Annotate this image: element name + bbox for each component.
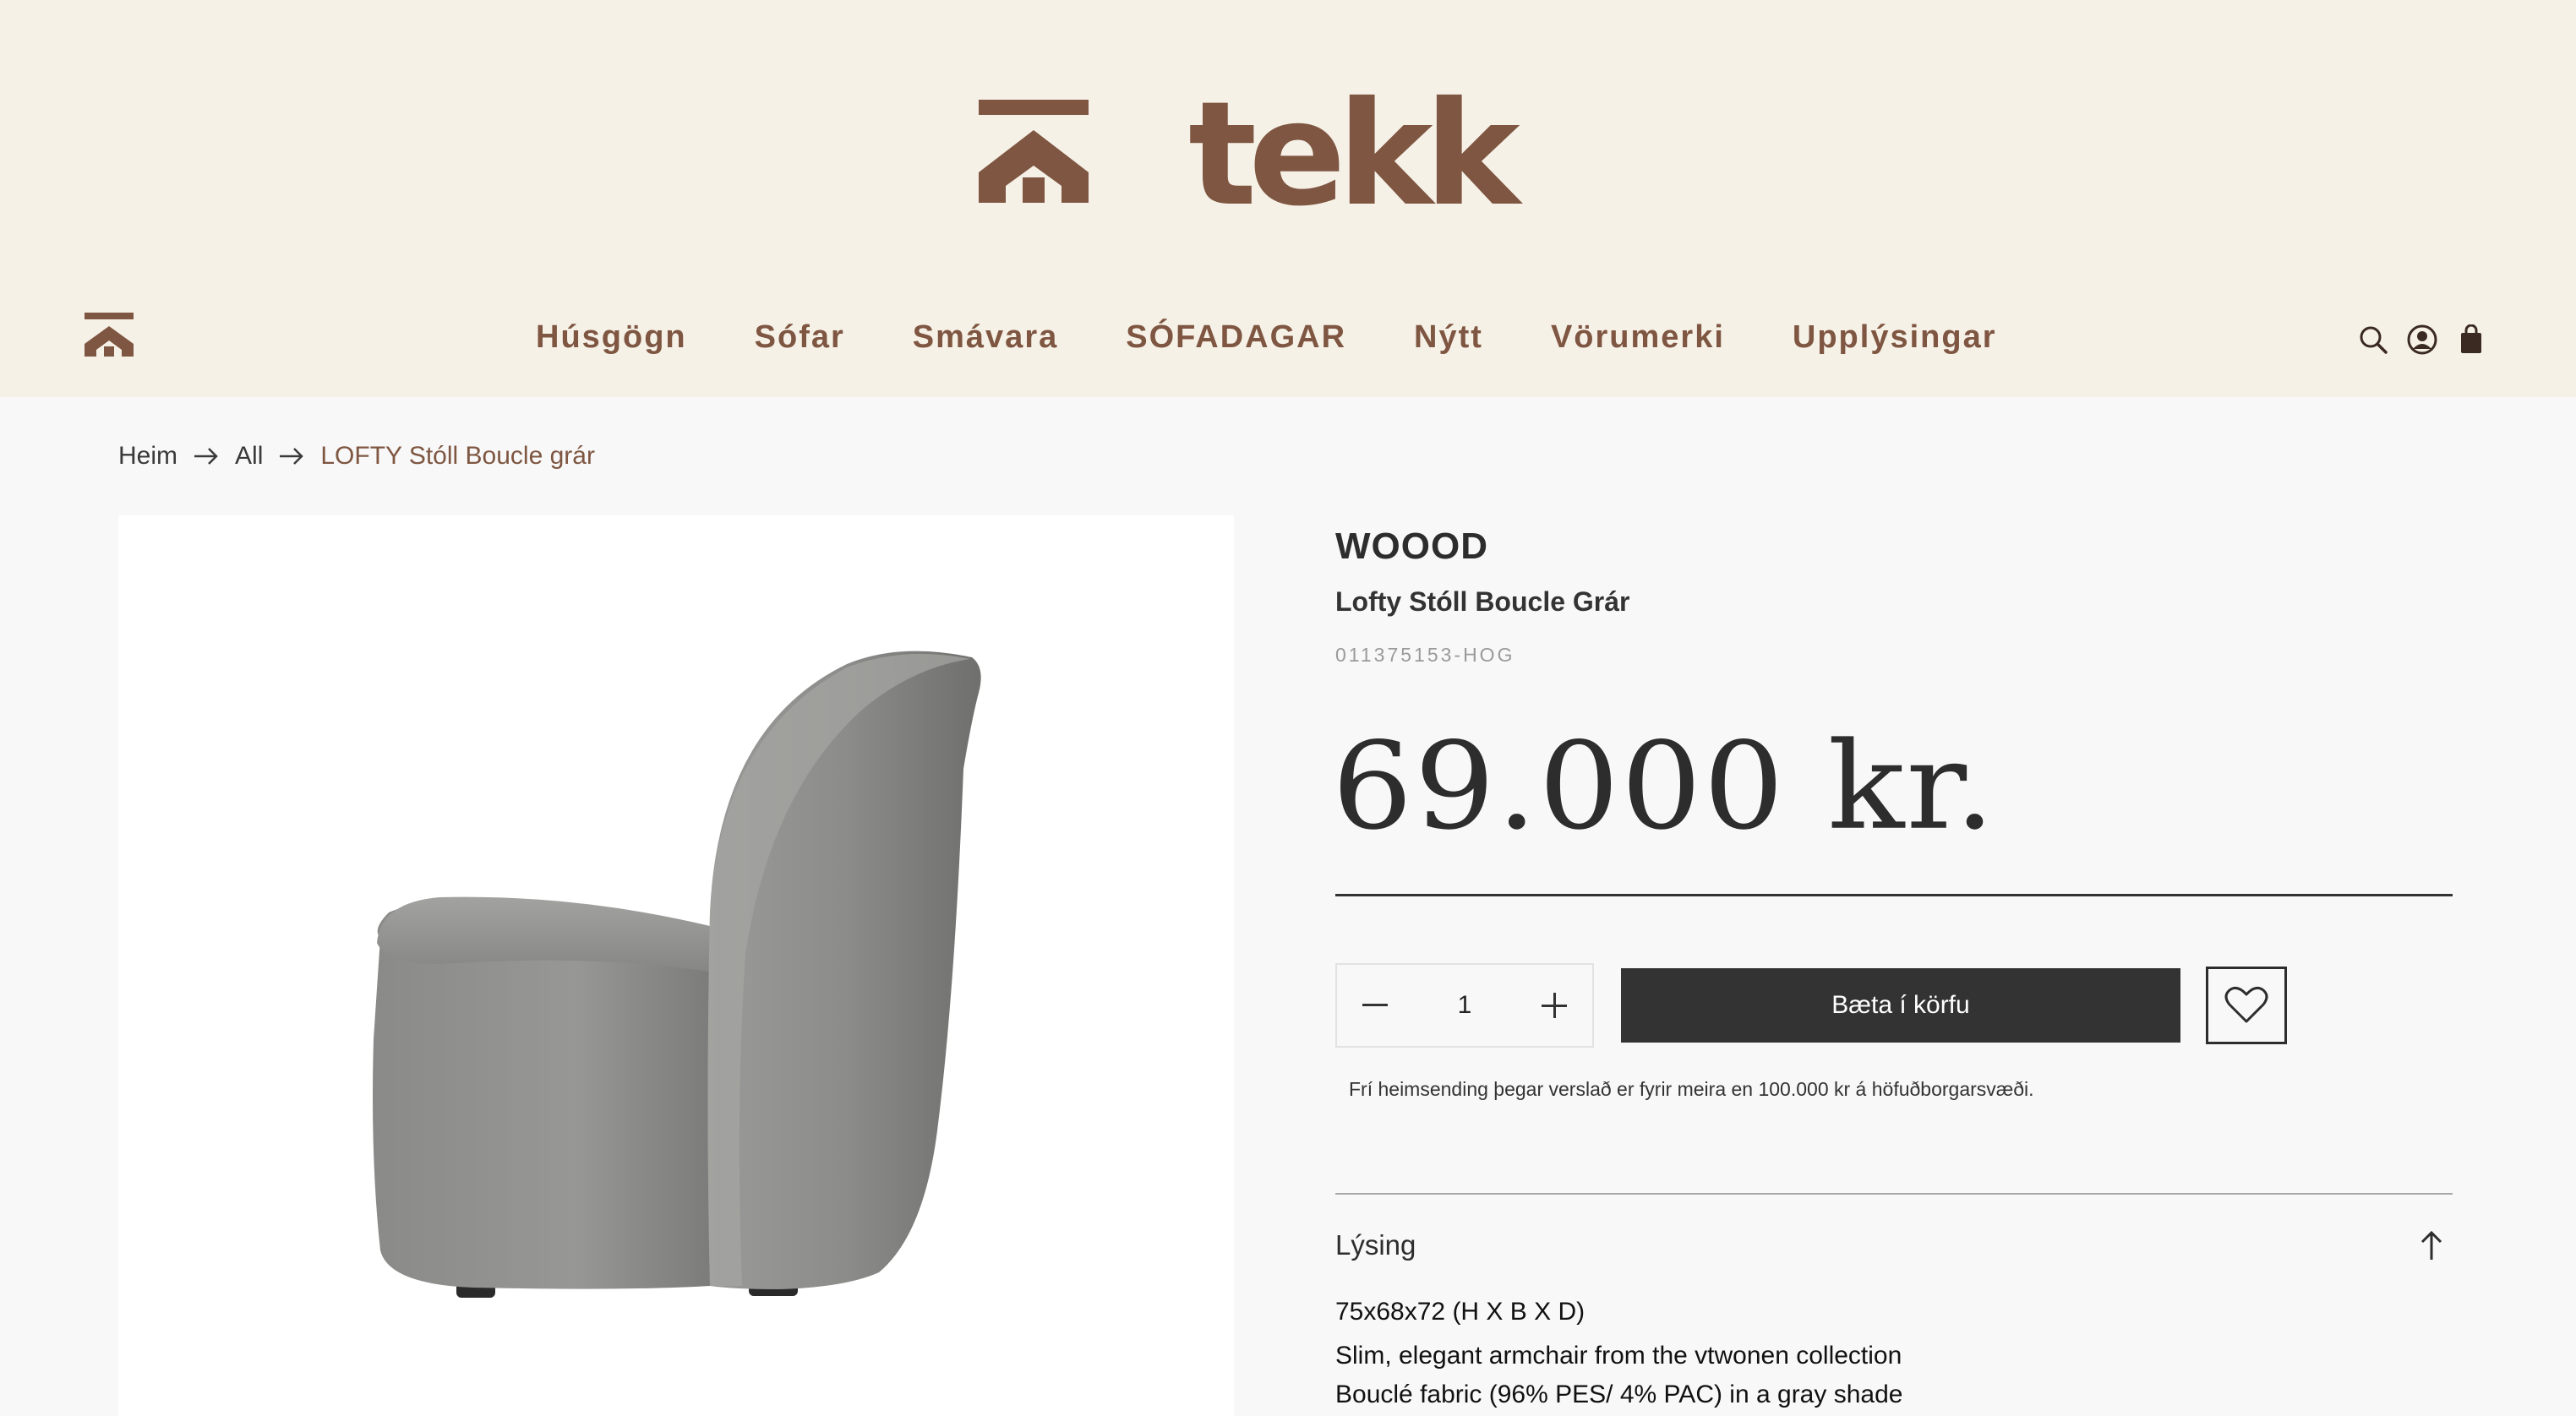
minus-icon	[1362, 1004, 1388, 1006]
add-to-cart-button[interactable]: Bæta í körfu	[1621, 968, 2180, 1043]
description-body: 75x68x72 (H X B X D) Slim, elegant armch…	[1335, 1293, 1902, 1414]
search-icon[interactable]	[2356, 321, 2390, 358]
tekk-logo-mark-icon	[979, 100, 1089, 203]
nav-item-husgogn[interactable]: Húsgögn	[536, 316, 687, 358]
armchair-image	[373, 651, 981, 1298]
breadcrumb-current: LOFTY Stóll Boucle grár	[320, 442, 595, 470]
nav-item-upplysingar[interactable]: Upplýsingar	[1793, 316, 1997, 358]
description-line: Slim, elegant armchair from the vtwonen …	[1335, 1342, 1902, 1370]
header-actions	[2356, 321, 2488, 358]
site-logo[interactable]: tekk	[979, 83, 1520, 226]
product-sku: 011375153-HOG	[1335, 644, 1515, 666]
arrow-right-icon	[280, 448, 304, 465]
wishlist-button[interactable]	[2206, 967, 2287, 1044]
heart-icon	[2224, 986, 2268, 1023]
breadcrumb-all[interactable]: All	[235, 442, 263, 471]
nav-item-sofar[interactable]: Sófar	[755, 316, 845, 358]
arrow-right-icon	[194, 448, 218, 465]
logo-wordmark: tekk	[1188, 71, 1520, 238]
nav-item-sofadagar[interactable]: SÓFADAGAR	[1126, 316, 1346, 358]
increase-quantity-button[interactable]	[1516, 965, 1592, 1046]
decrease-quantity-button[interactable]	[1337, 965, 1413, 1046]
breadcrumb-home[interactable]: Heim	[118, 442, 177, 471]
quantity-stepper: 1	[1335, 963, 1594, 1048]
divider	[1335, 894, 2453, 896]
quantity-input[interactable]: 1	[1413, 991, 1516, 1020]
product-price: 69.000 kr.	[1332, 716, 1997, 857]
nav-item-nytt[interactable]: Nýtt	[1414, 316, 1483, 358]
description-title: Lýsing	[1335, 1229, 1416, 1261]
arrow-up-icon	[2420, 1230, 2442, 1260]
shipping-note: Frí heimsending þegar verslað er fyrir m…	[1349, 1078, 2034, 1100]
nav-item-vorumerki[interactable]: Vörumerki	[1551, 316, 1725, 358]
plus-icon	[1542, 993, 1567, 1018]
divider	[1335, 1193, 2453, 1195]
nav-item-smavara[interactable]: Smávara	[913, 316, 1058, 358]
product-image[interactable]	[118, 515, 1234, 1416]
breadcrumb: Heim All LOFTY Stóll Boucle grár	[118, 439, 595, 473]
account-icon[interactable]	[2405, 321, 2439, 358]
cart-bag-icon[interactable]	[2454, 321, 2488, 358]
description-dimensions: 75x68x72 (H X B X D)	[1335, 1298, 1585, 1326]
site-header: tekk Húsgögn Sófar Smávara SÓFADAGAR Nýt…	[0, 0, 2576, 397]
product-title: Lofty Stóll Boucle Grár	[1335, 586, 1630, 617]
main-nav: Húsgögn Sófar Smávara SÓFADAGAR Nýtt Vör…	[0, 316, 2576, 358]
product-brand[interactable]: WOOOD	[1335, 526, 1488, 568]
description-line: Bouclé fabric (96% PES/ 4% PAC) in a gra…	[1335, 1381, 1903, 1408]
description-accordion-toggle[interactable]: Lýsing	[1335, 1220, 2453, 1271]
